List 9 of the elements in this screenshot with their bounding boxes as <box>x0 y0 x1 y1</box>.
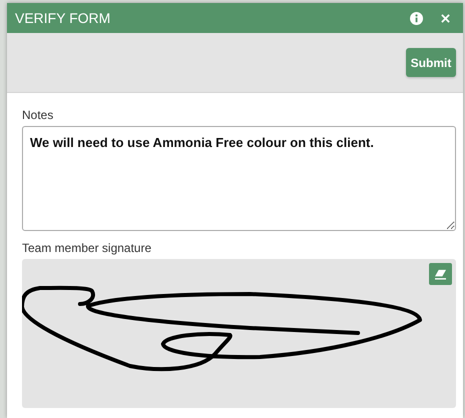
close-icon[interactable] <box>441 14 450 22</box>
notes-label: Notes <box>22 108 54 124</box>
window-title: VERIFY FORM <box>15 10 112 26</box>
info-icon[interactable] <box>410 12 423 24</box>
signature-label: Team member signature <box>22 241 152 257</box>
notes-field[interactable]: We will need to use Ammonia Free colour on this client. <box>22 126 456 231</box>
eraser-icon <box>434 268 447 280</box>
eraser-button[interactable] <box>429 263 452 285</box>
submit-button[interactable]: Submit <box>406 48 456 77</box>
